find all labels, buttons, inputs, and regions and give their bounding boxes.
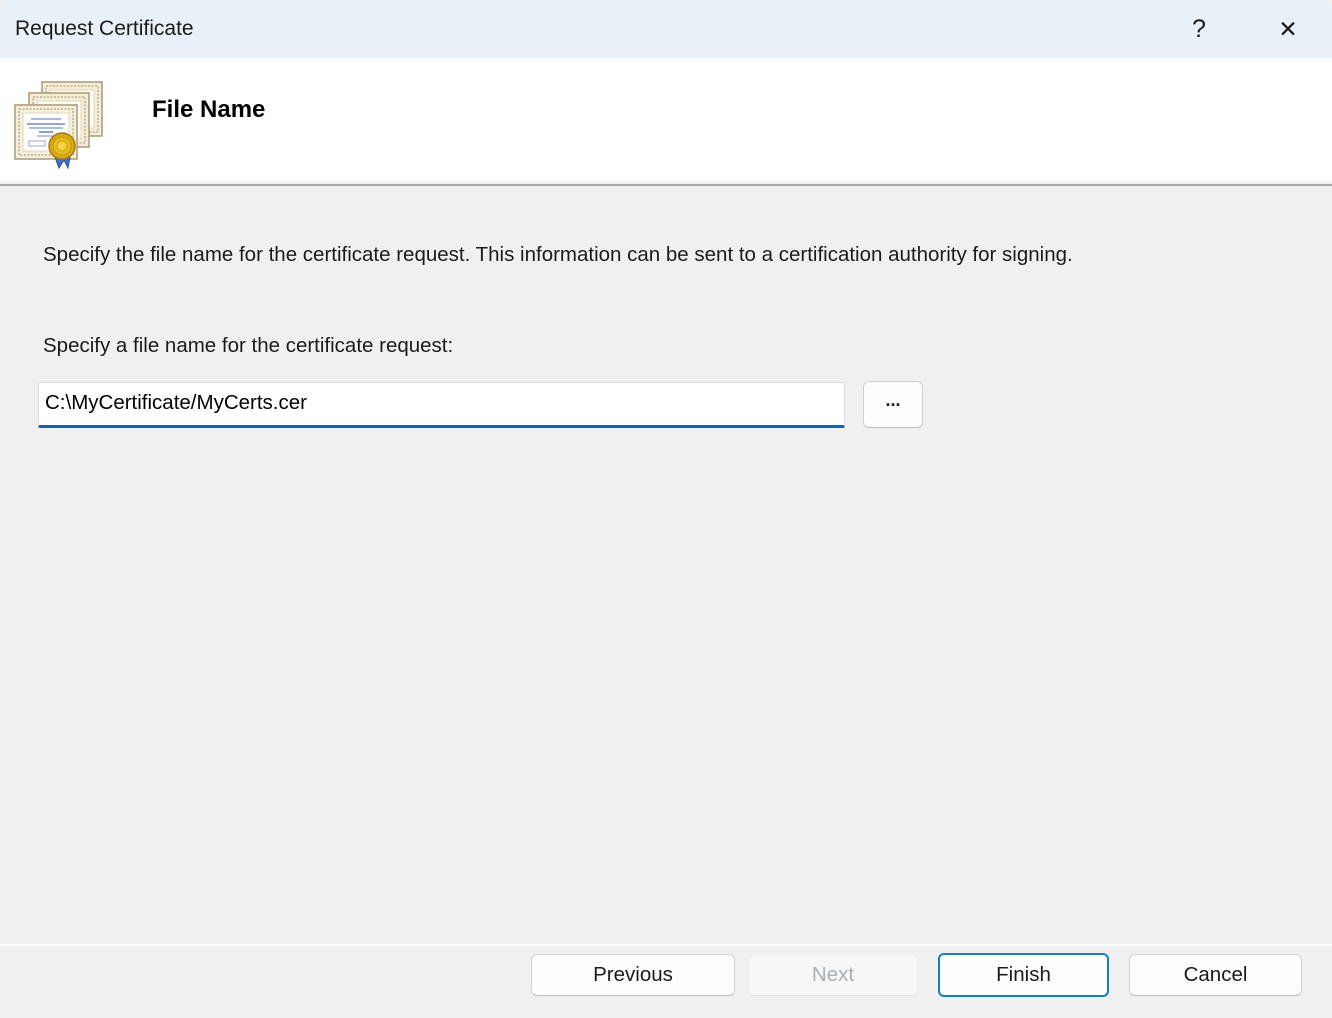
file-name-input[interactable] <box>38 382 845 428</box>
titlebar: Request Certificate ? ✕ <box>0 0 1332 58</box>
previous-button[interactable]: Previous <box>531 954 735 996</box>
close-icon[interactable]: ✕ <box>1256 0 1320 58</box>
request-certificate-dialog: Request Certificate ? ✕ <box>0 0 1332 1018</box>
next-button[interactable]: Next <box>748 954 918 996</box>
cancel-button[interactable]: Cancel <box>1129 954 1302 996</box>
wizard-content: Specify the file name for the certificat… <box>0 188 1332 944</box>
wizard-header: File Name <box>0 58 1332 186</box>
browse-button[interactable]: ... <box>863 381 923 428</box>
certificates-stack-icon <box>13 80 107 170</box>
page-title: File Name <box>152 96 265 124</box>
help-icon[interactable]: ? <box>1170 0 1228 58</box>
titlebar-controls: ? ✕ <box>1170 0 1332 58</box>
window-title: Request Certificate <box>15 17 194 41</box>
file-name-label: Specify a file name for the certificate … <box>43 334 453 358</box>
button-bar: Previous Next Finish Cancel <box>0 944 1332 1018</box>
finish-button[interactable]: Finish <box>938 953 1109 997</box>
intro-text: Specify the file name for the certificat… <box>43 240 1178 270</box>
